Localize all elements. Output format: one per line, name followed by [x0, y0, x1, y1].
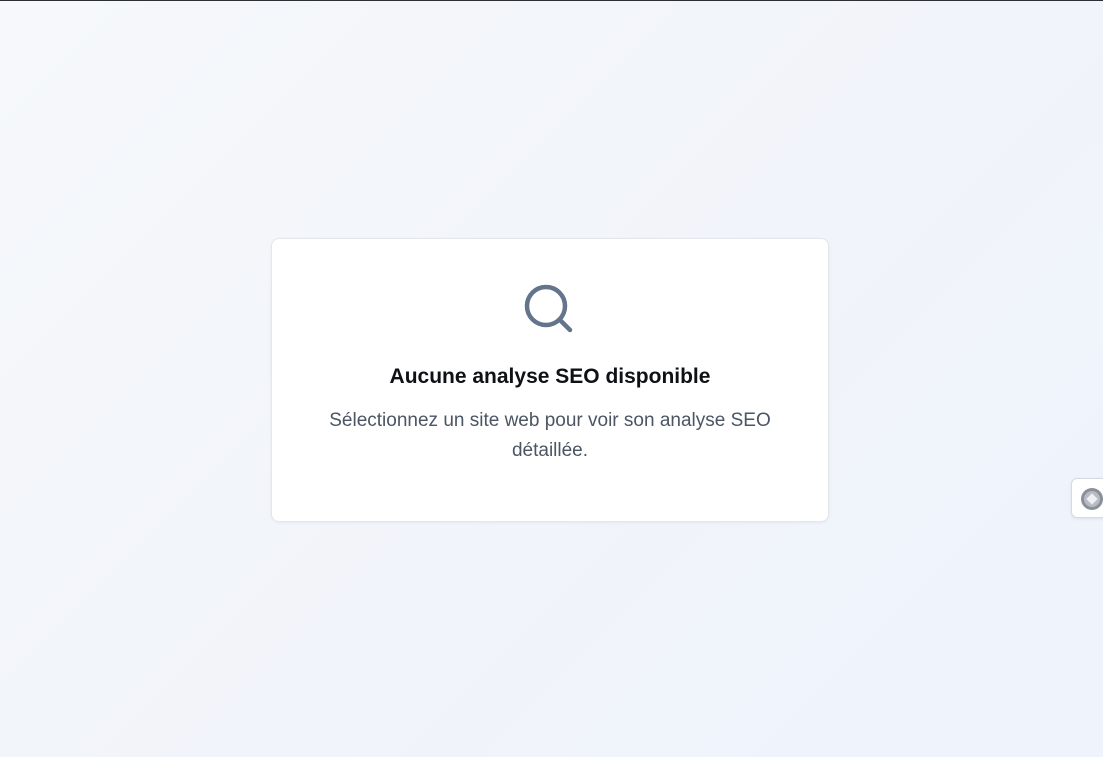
side-widget-button[interactable] [1071, 478, 1103, 518]
empty-state-description: Sélectionnez un site web pour voir son a… [329, 410, 771, 461]
extension-widget-icon [1080, 487, 1103, 511]
empty-state-title: Aucune analyse SEO disponible [389, 365, 711, 388]
empty-state-card: Aucune analyse SEO disponible Sélectionn… [271, 238, 829, 522]
search-icon [522, 282, 578, 338]
